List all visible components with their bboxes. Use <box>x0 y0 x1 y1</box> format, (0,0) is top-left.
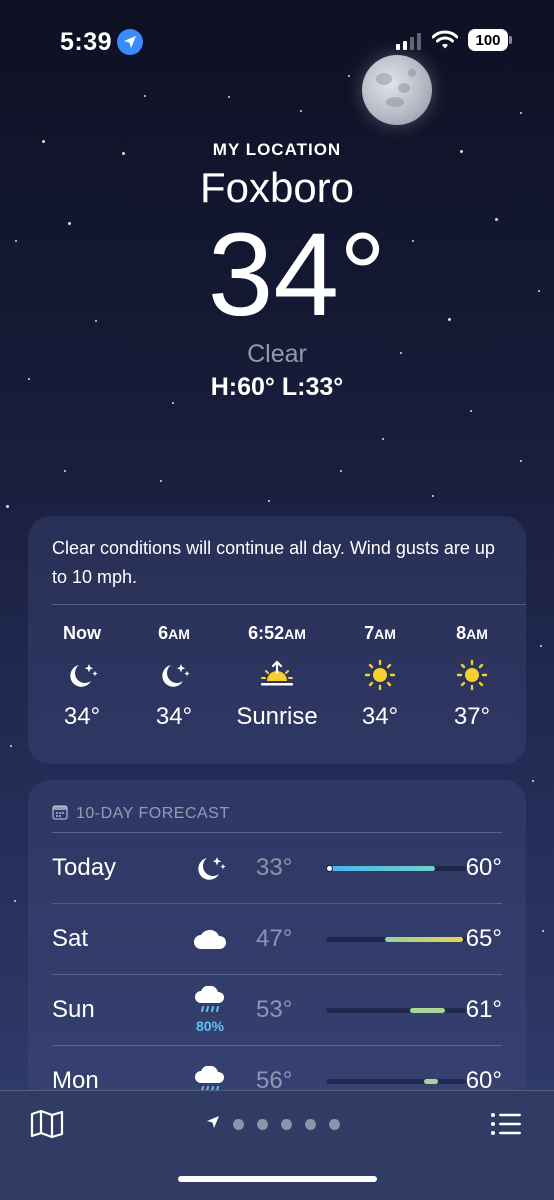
forecast-row[interactable]: Sun 80% 53° 61° <box>28 975 526 1045</box>
battery-icon: 100 <box>468 29 512 51</box>
forecast-day: Sat <box>52 925 89 952</box>
calendar-icon <box>52 804 68 825</box>
range-fill <box>384 936 464 942</box>
current-condition: Clear <box>247 340 307 368</box>
page-indicator[interactable] <box>206 1115 340 1134</box>
moon-stars-icon <box>157 647 191 703</box>
forecast-low: 53° <box>256 996 293 1023</box>
hour-item: Now 34° <box>38 623 126 731</box>
hour-item: 7AM 34° <box>336 623 424 731</box>
cloud-icon <box>164 927 256 951</box>
hour-label: Now <box>63 623 101 643</box>
current-weather-header: MY LOCATION Foxboro 34° Clear H:60° L:33… <box>0 140 554 402</box>
precipitation-chance: 80% <box>195 1018 225 1034</box>
page-dot[interactable] <box>281 1119 292 1130</box>
forecast-day: Sun <box>52 996 95 1023</box>
sun-icon <box>364 647 396 703</box>
hourly-forecast-card[interactable]: Clear conditions will continue all day. … <box>28 516 526 764</box>
current-temperature: 34° <box>207 209 387 341</box>
range-fill <box>326 865 436 871</box>
wifi-icon <box>431 30 459 55</box>
forecast-title: 10-DAY FORECAST <box>76 805 230 822</box>
status-bar: 5:39 100 <box>0 0 554 84</box>
cellular-signal-icon <box>396 32 421 50</box>
status-time: 5:39 <box>60 28 113 56</box>
hour-value: Sunrise <box>236 703 318 730</box>
page-dot[interactable] <box>233 1119 244 1130</box>
page-dot[interactable] <box>305 1119 316 1130</box>
home-indicator[interactable] <box>178 1176 377 1182</box>
forecast-summary: Clear conditions will continue all day. … <box>52 538 495 587</box>
hour-label: 6AM <box>158 623 190 643</box>
hour-value: 34° <box>361 703 399 730</box>
hour-item: 6:52AM Sunrise <box>222 623 332 731</box>
forecast-row[interactable]: Sat 47° 65° <box>28 904 526 974</box>
forecast-header: 10-DAY FORECAST <box>28 780 526 832</box>
forecast-high: 60° <box>465 854 502 881</box>
hour-label: 8AM <box>456 623 488 643</box>
sun-icon <box>456 647 488 703</box>
range-fill <box>424 1078 438 1084</box>
city-name: Foxboro <box>199 164 355 211</box>
sunrise-icon <box>257 647 297 703</box>
hour-label: 7AM <box>364 623 396 643</box>
forecast-low: 47° <box>256 925 293 952</box>
high-low-temperatures: H:60° L:33° <box>210 373 344 401</box>
list-icon[interactable] <box>490 1111 522 1142</box>
hour-value: 34° <box>63 703 101 730</box>
hourly-list[interactable]: Now 34° 6AM 34° 6:52AM Sunrise 7AM 34° 8… <box>28 605 526 731</box>
range-fill <box>410 1007 445 1013</box>
hour-value: 34° <box>155 703 193 730</box>
hour-item: 6AM 34° <box>130 623 218 731</box>
location-label: MY LOCATION <box>212 140 342 159</box>
page-dot[interactable] <box>329 1119 340 1130</box>
temperature-range-bar <box>326 936 466 942</box>
page-dot[interactable] <box>257 1119 268 1130</box>
location-arrow-icon <box>206 1115 220 1134</box>
forecast-row[interactable]: Today 33° 60° <box>28 833 526 903</box>
forecast-low: 33° <box>256 854 293 881</box>
hour-value: 37° <box>453 703 491 730</box>
map-icon[interactable] <box>30 1109 64 1144</box>
moon-image <box>362 55 432 125</box>
hour-label: 6:52AM <box>248 623 306 643</box>
moon-stars-icon <box>164 853 256 883</box>
bottom-toolbar <box>0 1090 554 1200</box>
ten-day-forecast-card[interactable]: 10-DAY FORECAST Today 33° 60° Sat 47° 65… <box>28 780 526 1110</box>
temperature-range-bar <box>326 1078 466 1084</box>
current-temp-marker <box>325 864 333 872</box>
cloud-rain-icon: 80% <box>164 986 256 1034</box>
forecast-high: 61° <box>465 996 502 1023</box>
hour-item: 8AM 37° <box>428 623 516 731</box>
forecast-day: Today <box>52 854 117 881</box>
forecast-high: 65° <box>465 925 502 952</box>
temperature-range-bar <box>325 864 466 872</box>
moon-stars-icon <box>65 647 99 703</box>
location-arrow-icon <box>117 29 143 55</box>
temperature-range-bar <box>326 1007 466 1013</box>
